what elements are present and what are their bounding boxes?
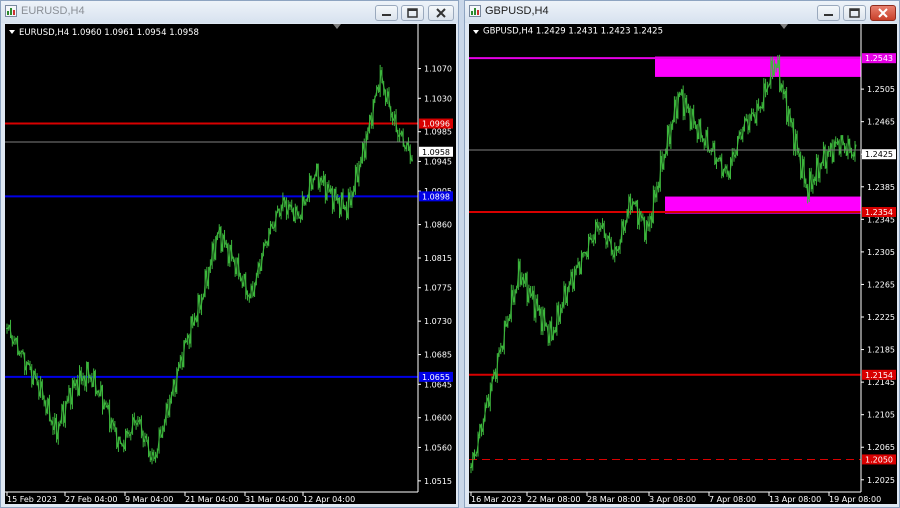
time-tick-label: 3 Apr 08:00 [649,495,696,504]
price-tick-label: 1.0600 [424,414,452,423]
gbpusd-chart-window[interactable]: GBPUSD,H4 GBPUSD,H4 1.2429 1.2431 1.2423… [464,0,900,508]
price-tick-label: 1.0775 [424,284,452,293]
price-tick-label: 1.2105 [867,411,895,420]
eurusd-title-bar[interactable]: EURUSD,H4 [1,1,458,23]
eurusd-price-candles [6,64,414,465]
gbpusd-title-bar[interactable]: GBPUSD,H4 [465,1,899,23]
restore-icon [849,8,860,18]
candle-body [790,121,794,124]
restore-button[interactable] [401,5,424,21]
eurusd-chart-canvas[interactable]: EURUSD,H4 1.0960 1.0961 1.0954 1.0958 1.… [5,24,456,504]
price-tick-label: 1.0730 [424,317,452,326]
close-icon [878,8,888,18]
time-tick-label: 19 Apr 08:00 [829,495,881,504]
candle-body [246,293,249,297]
supply-demand-zone[interactable] [655,56,861,77]
price-tick-label: 1.2065 [867,443,895,452]
eurusd-chart[interactable]: EURUSD,H4 1.0960 1.0961 1.0954 1.0958 1.… [5,24,456,504]
candle-body [288,204,292,206]
level-price-label: 1.2050 [865,455,893,464]
price-tick-label: 1.2265 [867,280,895,289]
level-price-label: 1.2354 [865,208,893,217]
close-button[interactable] [428,5,454,21]
time-tick-label: 12 Apr 04:00 [303,495,355,504]
minimize-button[interactable] [817,5,840,21]
restore-icon [407,8,418,18]
gbpusd-chart[interactable]: GBPUSD,H4 1.2429 1.2431 1.2423 1.2425 1.… [469,24,897,504]
candle-body [581,251,585,254]
chart-window-icon [469,5,481,17]
gbpusd-window-title: GBPUSD,H4 [485,5,549,17]
price-tick-label: 1.2305 [867,248,895,257]
eurusd-time-axis: 15 Feb 2023 27 Feb 04:00 9 Mar 04:00 21 Mar… [6,492,355,504]
level-price-label: 1.2543 [865,54,893,63]
level-price-label: 1.2154 [865,371,893,380]
eurusd-header: EURUSD,H4 1.0960 1.0961 1.0954 1.0958 [19,28,199,38]
time-tick-label: 16 Mar 2023 [471,495,522,504]
price-tick-label: 1.0515 [424,477,452,486]
candle-body [820,162,823,165]
time-tick-label: 15 Feb 2023 [7,495,57,504]
time-tick-label: 13 Apr 08:00 [769,495,821,504]
restore-button[interactable] [843,5,866,21]
time-tick-label: 9 Mar 04:00 [125,495,173,504]
price-tick-label: 1.0945 [424,157,452,166]
minimize-icon [382,14,391,16]
price-tick-label: 1.0985 [424,128,452,137]
time-tick-label: 27 Feb 04:00 [65,495,117,504]
time-tick-label: 31 Mar 04:00 [245,495,298,504]
chart-window-icon [5,5,17,17]
price-tick-label: 1.1070 [424,65,452,74]
close-button[interactable] [870,5,896,21]
price-tick-label: 1.2505 [867,85,895,94]
candle-body [21,350,25,354]
chart-menu-arrow-icon[interactable] [9,30,15,34]
price-tick-label: 1.0685 [424,351,452,360]
time-tick-label: 7 Apr 08:00 [709,495,756,504]
price-tick-label: 1.0815 [424,254,452,263]
gbpusd-time-axis: 16 Mar 2023 22 Mar 08:00 28 Mar 08:00 3 Apr… [470,492,881,504]
shift-marker-icon[interactable] [780,24,788,29]
minimize-button[interactable] [375,5,398,21]
eurusd-chart-window[interactable]: EURUSD,H4 EURUSD,H4 1.0960 1.0961 1.0954… [0,0,459,508]
chart-menu-arrow-icon[interactable] [473,30,479,34]
candle-body [616,248,620,252]
time-tick-label: 21 Mar 04:00 [185,495,238,504]
level-price-label: 1.0655 [422,373,450,382]
gbpusd-price-candles [470,54,857,474]
current-price-label: 1.0958 [422,148,450,157]
gbpusd-header: GBPUSD,H4 1.2429 1.2431 1.2423 1.2425 [483,27,663,37]
candle-body [272,226,276,229]
candle-body [664,152,667,156]
level-price-label: 1.0898 [422,192,450,201]
close-icon [436,8,446,18]
time-tick-label: 28 Mar 08:00 [587,495,640,504]
price-tick-label: 1.0860 [424,221,452,230]
shift-marker-icon[interactable] [333,24,341,29]
price-tick-label: 1.0560 [424,443,452,452]
gbpusd-price-axis: 1.25051.24651.24251.23851.23451.23051.22… [861,85,895,485]
eurusd-window-title: EURUSD,H4 [21,5,85,17]
price-tick-label: 1.1030 [424,94,452,103]
candle-body [120,443,124,446]
candle-body [701,136,704,140]
level-price-label: 1.0996 [422,120,450,129]
current-price-label: 1.2425 [865,150,893,159]
minimize-icon [824,14,833,16]
time-tick-label: 22 Mar 08:00 [527,495,580,504]
price-tick-label: 1.2385 [867,183,895,192]
candle-body [306,196,310,200]
candle-body [352,190,355,194]
gbpusd-chart-canvas[interactable]: GBPUSD,H4 1.2429 1.2431 1.2423 1.2425 1.… [469,24,897,504]
candle-body [65,400,69,403]
price-tick-label: 1.2185 [867,346,895,355]
price-tick-label: 1.2025 [867,476,895,485]
price-tick-label: 1.2465 [867,118,895,127]
price-tick-label: 1.2225 [867,313,895,322]
